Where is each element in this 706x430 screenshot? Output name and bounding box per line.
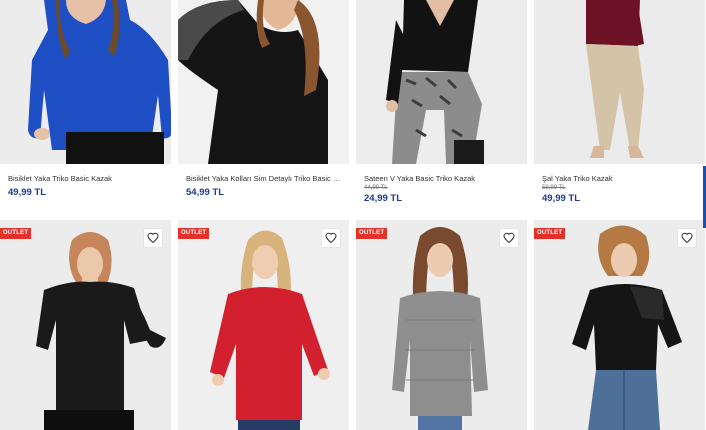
favorite-button[interactable]: [143, 228, 163, 248]
product-image[interactable]: [0, 220, 171, 430]
product-name[interactable]: Bisiklet Yaka Triko Basic Kazak: [8, 174, 163, 184]
product-image[interactable]: [356, 220, 527, 430]
product-name[interactable]: Sateen V Yaka Basic Triko Kazak: [364, 174, 519, 184]
outlet-badge: OUTLET: [534, 228, 566, 239]
product-price: 54,99 TL: [186, 187, 225, 198]
product-info[interactable]: Bisiklet Yaka Triko Basic Kazak 49,99 TL: [0, 164, 171, 220]
product-name[interactable]: Şal Yaka Triko Kazak: [542, 174, 697, 184]
product-name[interactable]: Bisiklet Yaka Kolları Sim Detaylı Triko …: [186, 174, 341, 184]
outlet-badge: OUTLET: [356, 228, 388, 239]
favorite-button[interactable]: [499, 228, 519, 248]
heart-icon: [325, 232, 337, 244]
product-image[interactable]: [534, 220, 705, 430]
product-price: 49,99 TL: [8, 187, 47, 198]
product-old-price: 44,99 TL: [364, 185, 388, 191]
product-price: 24,99 TL: [364, 193, 403, 204]
product-grid: Bisiklet Yaka Triko Basic Kazak 49,99 TL…: [0, 0, 706, 430]
product-image[interactable]: [534, 0, 705, 164]
product-old-price: 59,99 TL: [542, 185, 566, 191]
favorite-button[interactable]: [677, 228, 697, 248]
product-price: 49,99 TL: [542, 193, 581, 204]
product-image[interactable]: [178, 220, 349, 430]
favorite-button[interactable]: [321, 228, 341, 248]
product-image[interactable]: [178, 0, 349, 164]
heart-icon: [503, 232, 515, 244]
product-info[interactable]: Şal Yaka Triko Kazak 59,99 TL 49,99 TL: [534, 164, 705, 220]
product-info[interactable]: Sateen V Yaka Basic Triko Kazak 44,99 TL…: [356, 164, 527, 220]
outlet-badge: OUTLET: [0, 228, 32, 239]
product-image[interactable]: [0, 0, 171, 164]
product-image[interactable]: [356, 0, 527, 164]
product-info[interactable]: Bisiklet Yaka Kolları Sim Detaylı Triko …: [178, 164, 349, 220]
heart-icon: [147, 232, 159, 244]
outlet-badge: OUTLET: [178, 228, 210, 239]
heart-icon: [681, 232, 693, 244]
